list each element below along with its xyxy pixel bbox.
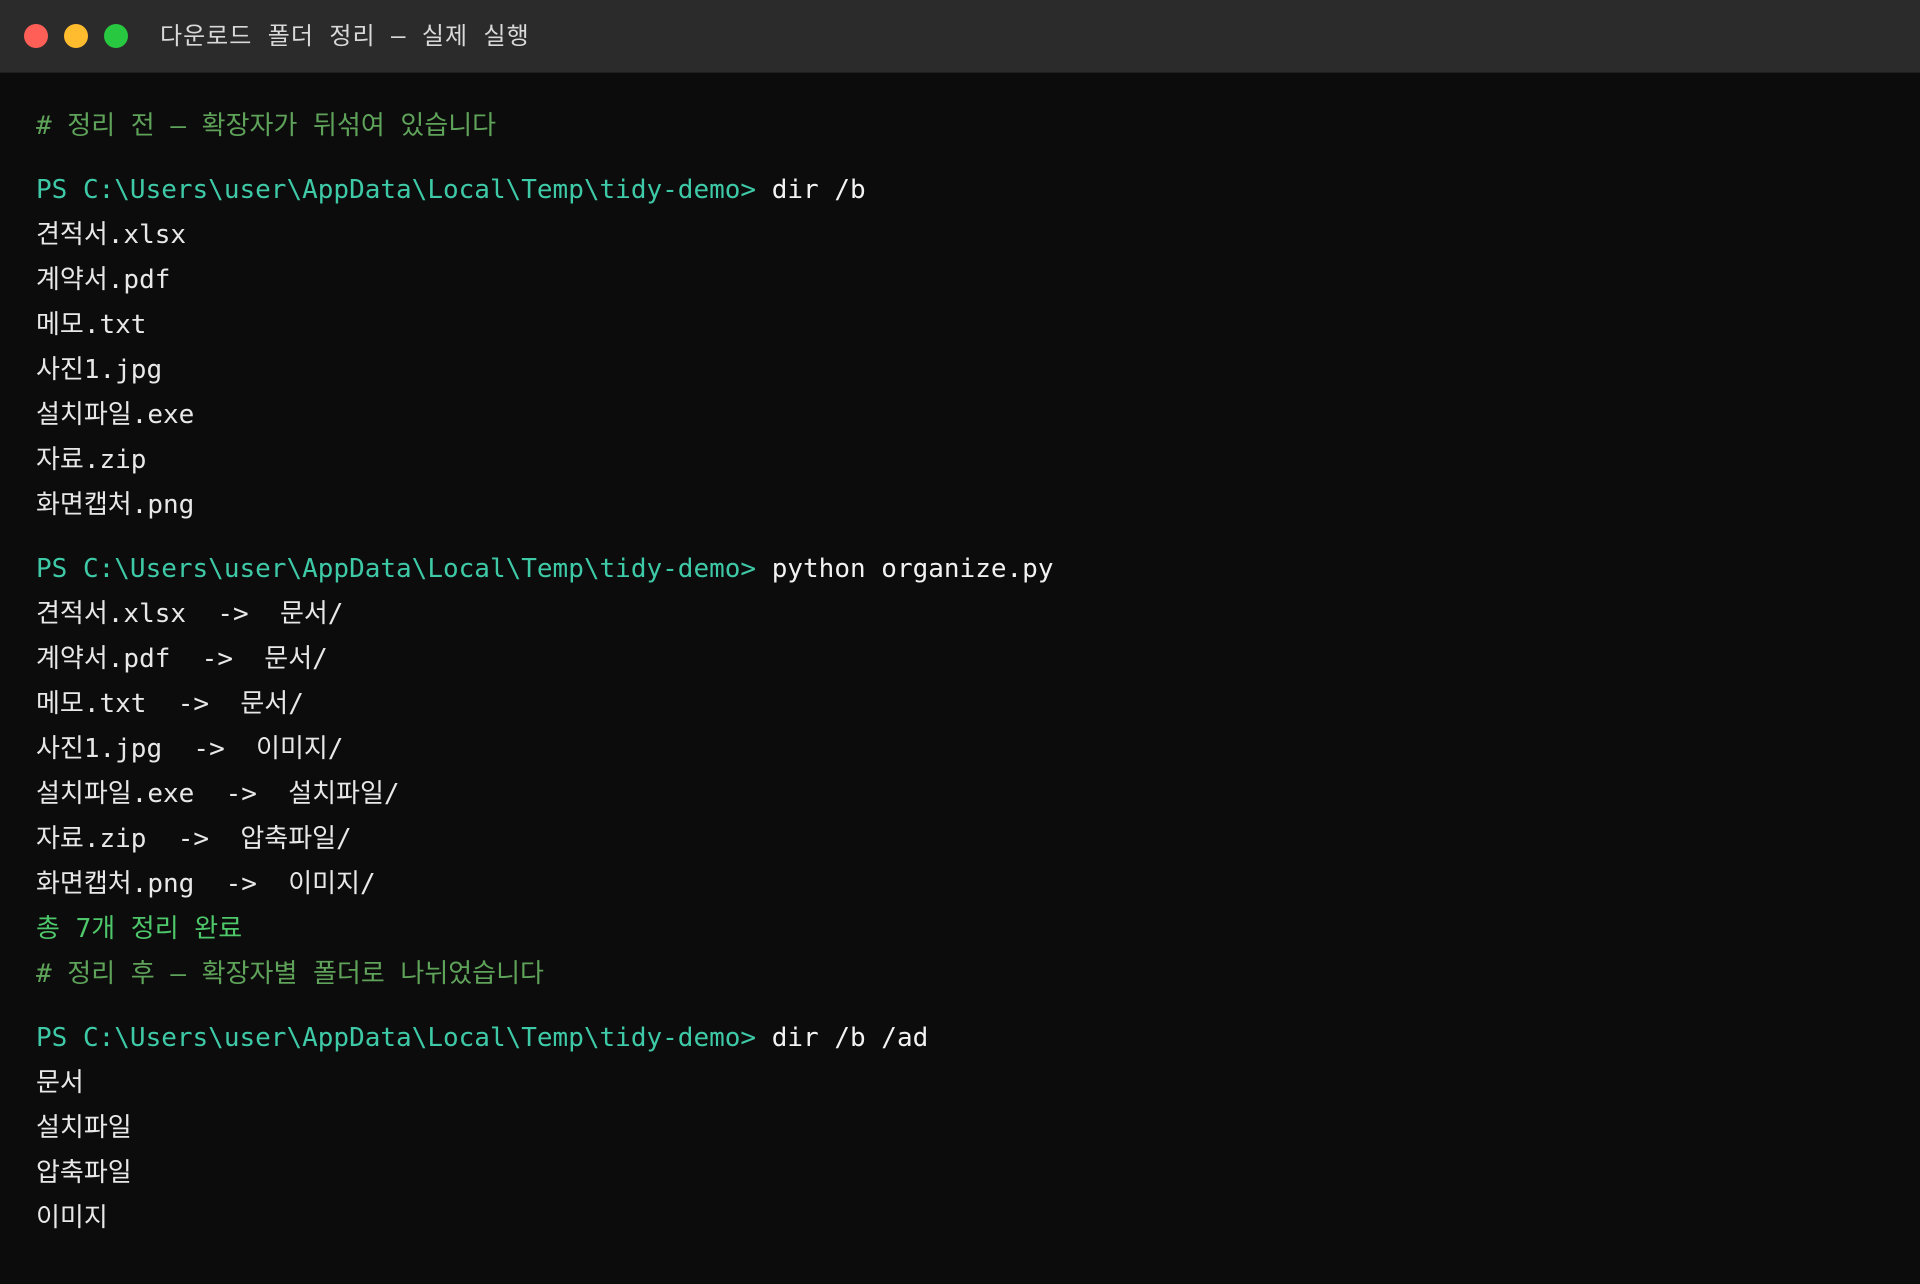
- minimize-button[interactable]: [64, 24, 88, 48]
- prompt: PS C:\Users\user\AppData\Local\Temp\tidy…: [36, 175, 757, 205]
- folder-item: 압축파일: [36, 1158, 132, 1188]
- folder-item: 문서: [36, 1068, 84, 1098]
- move-item: 메모.txt -> 문서/: [36, 689, 304, 719]
- file-item: 화면캡처.png: [36, 490, 195, 520]
- prompt: PS C:\Users\user\AppData\Local\Temp\tidy…: [36, 554, 757, 584]
- zoom-button[interactable]: [104, 24, 128, 48]
- folder-item: 설치파일: [36, 1113, 132, 1143]
- move-item: 화면캡처.png -> 이미지/: [36, 869, 376, 899]
- prompt: PS C:\Users\user\AppData\Local\Temp\tidy…: [36, 1023, 757, 1053]
- terminal-window: 다운로드 폴더 정리 — 실제 실행 # 정리 전 — 확장자가 뒤섞여 있습니…: [0, 0, 1920, 1284]
- move-item: 계약서.pdf -> 문서/: [36, 644, 328, 674]
- file-item: 메모.txt: [36, 310, 147, 340]
- file-item: 설치파일.exe: [36, 400, 195, 430]
- prompt-line-3: PS C:\Users\user\AppData\Local\Temp\tidy…: [36, 1016, 1900, 1061]
- move-item: 사진1.jpg -> 이미지/: [36, 734, 344, 764]
- move-item: 자료.zip -> 압축파일/: [36, 824, 352, 854]
- command: dir /b /ad: [771, 1023, 929, 1053]
- command: dir /b: [771, 175, 866, 205]
- close-button[interactable]: [24, 24, 48, 48]
- window-title: 다운로드 폴더 정리 — 실제 실행: [160, 22, 530, 50]
- move-item: 설치파일.exe -> 설치파일/: [36, 779, 400, 809]
- title-bar: 다운로드 폴더 정리 — 실제 실행: [0, 0, 1920, 73]
- file-item: 자료.zip: [36, 445, 147, 475]
- file-item: 사진1.jpg: [36, 355, 163, 385]
- summary-line: 총 7개 정리 완료: [36, 914, 243, 944]
- command: python organize.py: [771, 554, 1054, 584]
- prompt-line-2: PS C:\Users\user\AppData\Local\Temp\tidy…: [36, 547, 1900, 592]
- folder-item: 이미지: [36, 1203, 108, 1233]
- file-item: 견적서.xlsx: [36, 220, 187, 250]
- comment-before: # 정리 전 — 확장자가 뒤섞여 있습니다: [36, 111, 497, 141]
- prompt-line-1: PS C:\Users\user\AppData\Local\Temp\tidy…: [36, 168, 1900, 213]
- file-item: 계약서.pdf: [36, 265, 171, 295]
- move-item: 견적서.xlsx -> 문서/: [36, 599, 344, 629]
- terminal-output[interactable]: # 정리 전 — 확장자가 뒤섞여 있습니다 PS C:\Users\user\…: [36, 104, 1900, 1241]
- comment-after: # 정리 후 — 확장자별 폴더로 나뉘었습니다: [36, 959, 544, 989]
